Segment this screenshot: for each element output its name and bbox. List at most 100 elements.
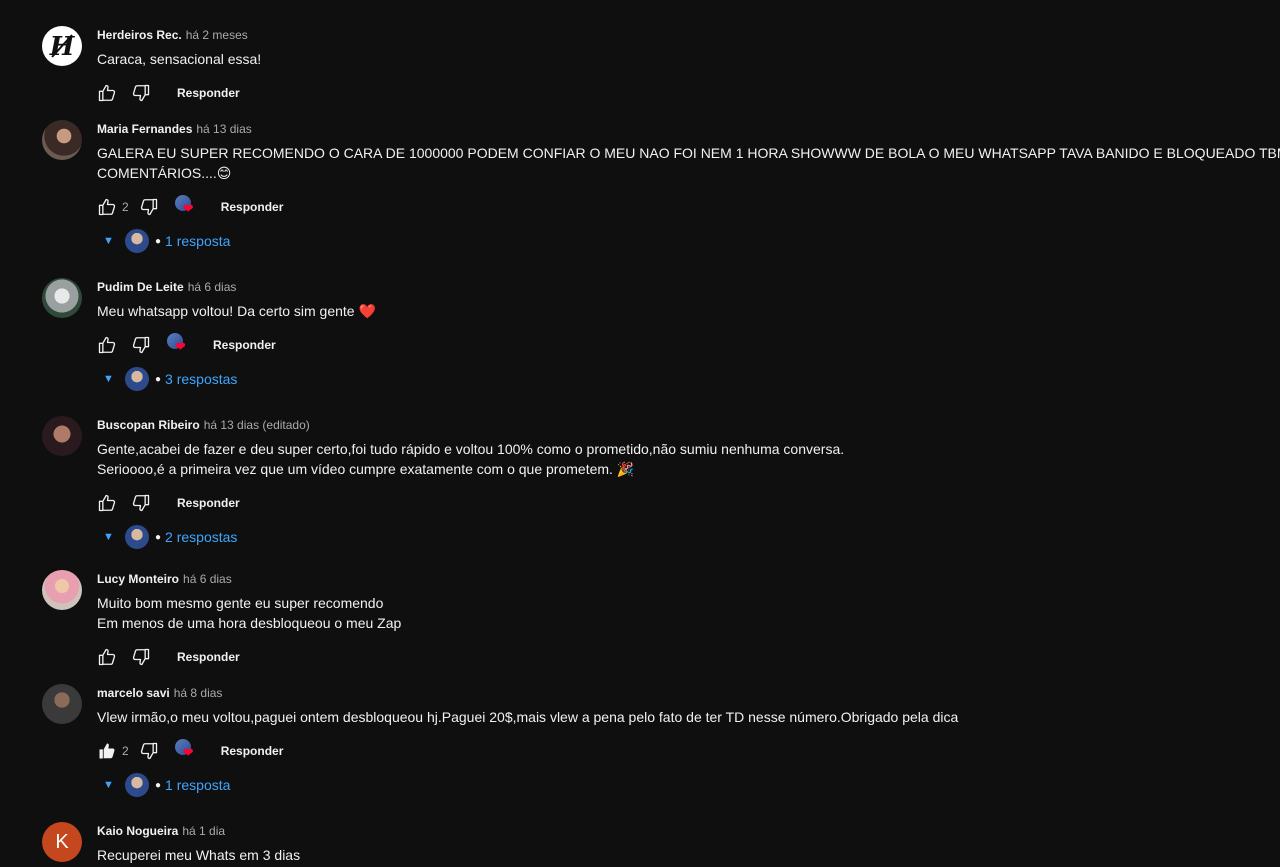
comment-author[interactable]: Buscopan Ribeiro <box>97 418 200 432</box>
reply-avatar <box>125 229 149 253</box>
avatar[interactable] <box>42 120 82 160</box>
avatar[interactable]: H <box>42 26 82 66</box>
like-count: 2 <box>122 200 129 214</box>
reply-avatar <box>125 367 149 391</box>
dislike-button[interactable] <box>129 491 153 515</box>
reply-button[interactable]: Responder <box>177 86 240 100</box>
comment-author[interactable]: Lucy Monteiro <box>97 572 179 586</box>
caret-down-icon: ▼ <box>103 373 114 385</box>
comment-line: Em menos de uma hora desbloqueou o meu Z… <box>97 615 402 631</box>
avatar[interactable] <box>42 570 82 610</box>
like-button[interactable] <box>95 195 119 219</box>
view-replies-button[interactable]: ▼ ● 1 resposta <box>103 767 1270 803</box>
reply-button[interactable]: Responder <box>177 650 240 664</box>
like-button[interactable] <box>95 645 119 669</box>
creator-heart-badge: ❤ <box>174 195 199 219</box>
replies-count: 3 respostas <box>165 371 238 387</box>
comment-actions: 2 ❤ Responder <box>97 735 1270 767</box>
avatar[interactable]: K <box>42 822 82 862</box>
thumbs-up-icon <box>98 84 116 102</box>
dislike-button[interactable] <box>137 739 161 763</box>
comment-line: Recuperei meu Whats em 3 dias <box>97 847 301 863</box>
comment-author[interactable]: marcelo savi <box>97 686 170 700</box>
comment-time[interactable]: há 8 dias <box>174 686 223 700</box>
reply-avatar <box>125 525 149 549</box>
view-replies-button[interactable]: ▼ ● 3 respostas <box>103 361 1270 397</box>
comment-time[interactable]: há 2 meses <box>186 28 248 42</box>
comment-text: Meu whatsapp voltou! Da certo sim gente … <box>97 301 1270 321</box>
thumbs-down-icon <box>132 84 150 102</box>
comments-page: H Herdeiros Rec. há 2 meses Caraca, sensa… <box>0 0 1280 867</box>
replies-count: 2 respostas <box>165 529 238 545</box>
thumbs-down-icon <box>132 648 150 666</box>
comment-time[interactable]: há 6 dias <box>188 280 237 294</box>
thumbs-up-icon <box>98 648 116 666</box>
dislike-button[interactable] <box>129 81 153 105</box>
reply-button[interactable]: Responder <box>177 496 240 510</box>
thumbs-down-icon <box>132 494 150 512</box>
comment-time[interactable]: há 6 dias <box>183 572 232 586</box>
comment-actions: Responder <box>97 77 1270 109</box>
comment-line: Caraca, sensacional essa! <box>97 51 262 67</box>
reply-button[interactable]: Responder <box>221 200 284 214</box>
comment-time[interactable]: há 13 dias <box>196 122 251 136</box>
comment-actions: 2 ❤ Responder <box>97 191 1270 223</box>
caret-down-icon: ▼ <box>103 531 114 543</box>
comment-line: GALERA EU SUPER RECOMENDO O CARA DE 1000… <box>97 145 1280 161</box>
comment-author[interactable]: Pudim De Leite <box>97 280 184 294</box>
comment-line: COMENTÁRIOS....😊 <box>97 165 232 181</box>
view-replies-button[interactable]: ▼ ● 2 respostas <box>103 519 1270 555</box>
avatar[interactable] <box>42 684 82 724</box>
avatar[interactable] <box>42 278 82 318</box>
avatar[interactable] <box>42 416 82 456</box>
reply-button[interactable]: Responder <box>213 338 276 352</box>
separator-dot: ● <box>155 531 162 543</box>
comment-line: Gente,acabei de fazer e deu super certo,… <box>97 441 845 457</box>
thumbs-down-icon <box>140 742 157 760</box>
comment-text: Gente,acabei de fazer e deu super certo,… <box>97 439 1270 479</box>
heart-icon: ❤ <box>182 201 194 216</box>
replies-count: 1 resposta <box>165 777 231 793</box>
comment-actions: Responder <box>97 641 1270 673</box>
comment-author[interactable]: Herdeiros Rec. <box>97 28 182 42</box>
comment-time[interactable]: há 1 dia <box>182 824 225 838</box>
comment-author[interactable]: Kaio Nogueira <box>97 824 178 838</box>
thumbs-up-icon <box>98 494 116 512</box>
comment-line: Vlew irmão,o meu voltou,paguei ontem des… <box>97 709 959 725</box>
previous-comment-actions <box>97 0 157 4</box>
avatar-letter: K <box>55 830 69 853</box>
replies-count: 1 resposta <box>165 233 231 249</box>
heart-icon: ❤ <box>182 745 194 760</box>
comment-line: Serioooo,é a primeira vez que um vídeo c… <box>97 461 635 477</box>
thumbs-up-icon <box>98 336 116 354</box>
like-button[interactable] <box>95 81 119 105</box>
comment-line: Meu whatsapp voltou! Da certo sim gente … <box>97 303 376 319</box>
comment-time[interactable]: há 13 dias (editado) <box>204 418 310 432</box>
heart-icon: ❤ <box>175 339 186 354</box>
comment-text: GALERA EU SUPER RECOMENDO O CARA DE 1000… <box>97 143 1280 183</box>
thumbs-up-filled-icon <box>99 743 115 759</box>
like-button[interactable] <box>95 333 119 357</box>
thumbs-down-icon <box>132 336 150 354</box>
comment-text: Muito bom mesmo gente eu super recomendo… <box>97 593 1270 633</box>
creator-heart-badge: ❤ <box>167 333 191 357</box>
view-replies-button[interactable]: ▼ ● 1 resposta <box>103 223 1270 259</box>
comment-text: Vlew irmão,o meu voltou,paguei ontem des… <box>97 707 1270 727</box>
caret-down-icon: ▼ <box>103 235 114 247</box>
creator-heart-badge: ❤ <box>174 739 199 763</box>
dislike-button[interactable] <box>129 333 153 357</box>
reply-button[interactable]: Responder <box>221 744 284 758</box>
like-button[interactable] <box>95 491 119 515</box>
separator-dot: ● <box>155 779 162 791</box>
comment-text: Recuperei meu Whats em 3 dias <box>97 845 1270 865</box>
dislike-button[interactable] <box>129 645 153 669</box>
like-button-active[interactable] <box>95 739 119 763</box>
separator-dot: ● <box>155 373 162 385</box>
reply-avatar <box>125 773 149 797</box>
dislike-button[interactable] <box>137 195 161 219</box>
caret-down-icon: ▼ <box>103 779 114 791</box>
thumbs-down-icon <box>140 198 157 216</box>
comment-author[interactable]: Maria Fernandes <box>97 122 192 136</box>
comment-text: Caraca, sensacional essa! <box>97 49 1270 69</box>
comment-actions: Responder <box>97 487 1270 519</box>
